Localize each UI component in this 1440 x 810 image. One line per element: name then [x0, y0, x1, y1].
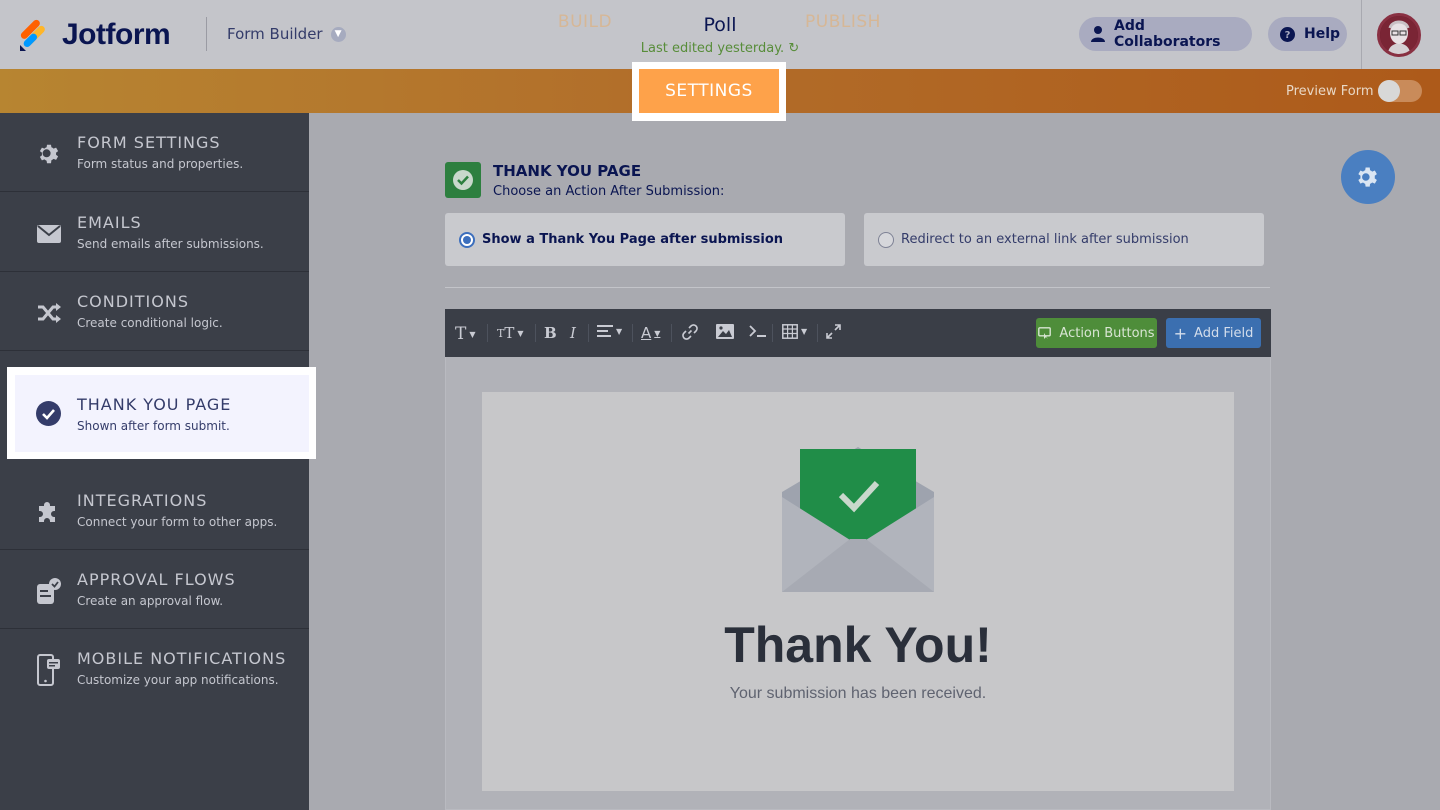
action-buttons-label: Action Buttons	[1059, 325, 1155, 341]
sidebar-item-title: CONDITIONS	[77, 292, 189, 311]
add-field-label: Add Field	[1194, 325, 1254, 341]
section-title: THANK YOU PAGE	[493, 162, 642, 180]
thank-you-section-icon	[445, 162, 481, 198]
text-color-button[interactable]: A ▼	[641, 324, 660, 342]
preview-form-label: Preview Form	[1286, 84, 1374, 99]
add-collaborators-label: Add Collaborators	[1114, 18, 1221, 50]
sidebar-item-desc: Customize your app notifications.	[77, 673, 279, 687]
help-label: Help	[1304, 26, 1341, 42]
sidebar-item-desc: Send emails after submissions.	[77, 237, 264, 251]
gear-icon	[1358, 167, 1377, 187]
approval-icon	[36, 578, 62, 604]
check-circle-icon	[36, 401, 61, 430]
sidebar-item-integrations[interactable]: INTEGRATIONS Connect your form to other …	[0, 471, 309, 550]
table-button[interactable]: ▼	[782, 324, 807, 339]
gear-icon	[36, 141, 62, 167]
option-label: Show a Thank You Page after submission	[482, 232, 784, 247]
plus-icon: +	[1173, 323, 1188, 343]
submission-received-message: Your submission has been received.	[729, 685, 987, 702]
sidebar-item-approval-flows[interactable]: APPROVAL FLOWS Create an approval flow.	[0, 550, 309, 629]
action-buttons-button[interactable]: Action Buttons	[1036, 318, 1157, 348]
radio-selected[interactable]	[459, 231, 475, 248]
puzzle-icon	[36, 499, 62, 525]
align-left-icon	[597, 325, 613, 337]
sidebar-item-title: EMAILS	[77, 213, 142, 232]
font-family-button[interactable]: T ▼	[455, 324, 476, 344]
shuffle-icon	[36, 300, 62, 326]
form-builder-dropdown[interactable]: Form Builder ▼	[227, 25, 346, 43]
help-button[interactable]: ? Help	[1268, 17, 1347, 51]
chevron-down-icon: ▼	[330, 26, 346, 42]
sidebar-item-desc: Create an approval flow.	[77, 594, 224, 608]
sidebar-item-desc: Create conditional logic.	[77, 316, 223, 330]
envelope-check-icon	[782, 447, 934, 592]
section-subtitle: Choose an Action After Submission:	[493, 184, 725, 199]
logo-text: Jotform	[62, 18, 171, 51]
code-icon[interactable]	[749, 324, 766, 338]
sidebar-item-conditions[interactable]: CONDITIONS Create conditional logic.	[0, 272, 309, 351]
preview-form-toggle[interactable]	[1378, 80, 1422, 102]
user-avatar[interactable]	[1377, 13, 1421, 57]
option-show-thank-you-page[interactable]: Show a Thank You Page after submission	[445, 213, 845, 266]
align-button[interactable]: ▼	[597, 324, 622, 338]
image-icon[interactable]	[716, 324, 734, 339]
toggle-knob	[1378, 80, 1400, 102]
envelope-icon	[36, 221, 62, 247]
builder-label: Form Builder	[227, 25, 323, 43]
avatar-divider	[1361, 0, 1362, 69]
font-size-button[interactable]: T T ▼	[497, 324, 524, 342]
jotform-logo[interactable]: Jotform	[18, 18, 171, 52]
svg-text:?: ?	[1285, 30, 1291, 41]
user-icon	[1091, 26, 1105, 42]
sidebar-item-title: MOBILE NOTIFICATIONS	[77, 649, 287, 668]
table-icon	[782, 324, 798, 339]
bold-button[interactable]: B	[544, 324, 557, 342]
sidebar-item-desc: Form status and properties.	[77, 157, 244, 171]
sidebar-item-desc: Connect your form to other apps.	[77, 515, 278, 529]
last-edited-text: Last edited yesterday.	[640, 41, 785, 56]
sidebar-item-form-settings[interactable]: FORM SETTINGS Form status and properties…	[0, 113, 309, 192]
sidebar-item-thank-you-page[interactable]: THANK YOU PAGE Shown after form submit.	[15, 375, 309, 452]
add-collaborators-button[interactable]: Add Collaborators	[1079, 17, 1252, 51]
option-label: Redirect to an external link after submi…	[901, 232, 1189, 247]
italic-button[interactable]: I	[570, 324, 576, 342]
sidebar-item-mobile-notifications[interactable]: MOBILE NOTIFICATIONS Customize your app …	[0, 629, 309, 708]
sidebar-item-desc: Shown after form submit.	[77, 419, 230, 433]
tab-publish[interactable]: PUBLISH	[795, 0, 891, 44]
fullscreen-icon[interactable]	[826, 324, 841, 339]
sidebar-item-title: INTEGRATIONS	[77, 491, 208, 510]
sidebar-item-emails[interactable]: EMAILS Send emails after submissions.	[0, 193, 309, 272]
question-icon: ?	[1280, 26, 1295, 42]
section-divider	[445, 287, 1270, 288]
mobile-icon	[36, 654, 62, 686]
option-redirect-external-link[interactable]: Redirect to an external link after submi…	[864, 213, 1264, 266]
tab-settings[interactable]: SETTINGS	[639, 69, 779, 113]
sidebar-item-title: FORM SETTINGS	[77, 133, 221, 152]
settings-sidebar: FORM SETTINGS Form status and properties…	[0, 113, 309, 810]
action-buttons-icon	[1038, 327, 1052, 339]
radio-unselected[interactable]	[878, 231, 894, 248]
thank-you-heading: Thank You!	[724, 617, 992, 673]
sidebar-item-title: APPROVAL FLOWS	[77, 570, 236, 589]
sidebar-item-title: THANK YOU PAGE	[77, 395, 232, 414]
top-header: Jotform Form Builder ▼ Poll Last edited …	[0, 0, 1440, 69]
link-icon[interactable]	[682, 324, 698, 340]
jotform-logo-icon	[20, 19, 45, 51]
add-field-button[interactable]: + Add Field	[1166, 318, 1261, 348]
tab-build[interactable]: BUILD	[545, 0, 625, 44]
settings-gear-button[interactable]	[1341, 150, 1395, 204]
header-divider	[206, 17, 207, 51]
